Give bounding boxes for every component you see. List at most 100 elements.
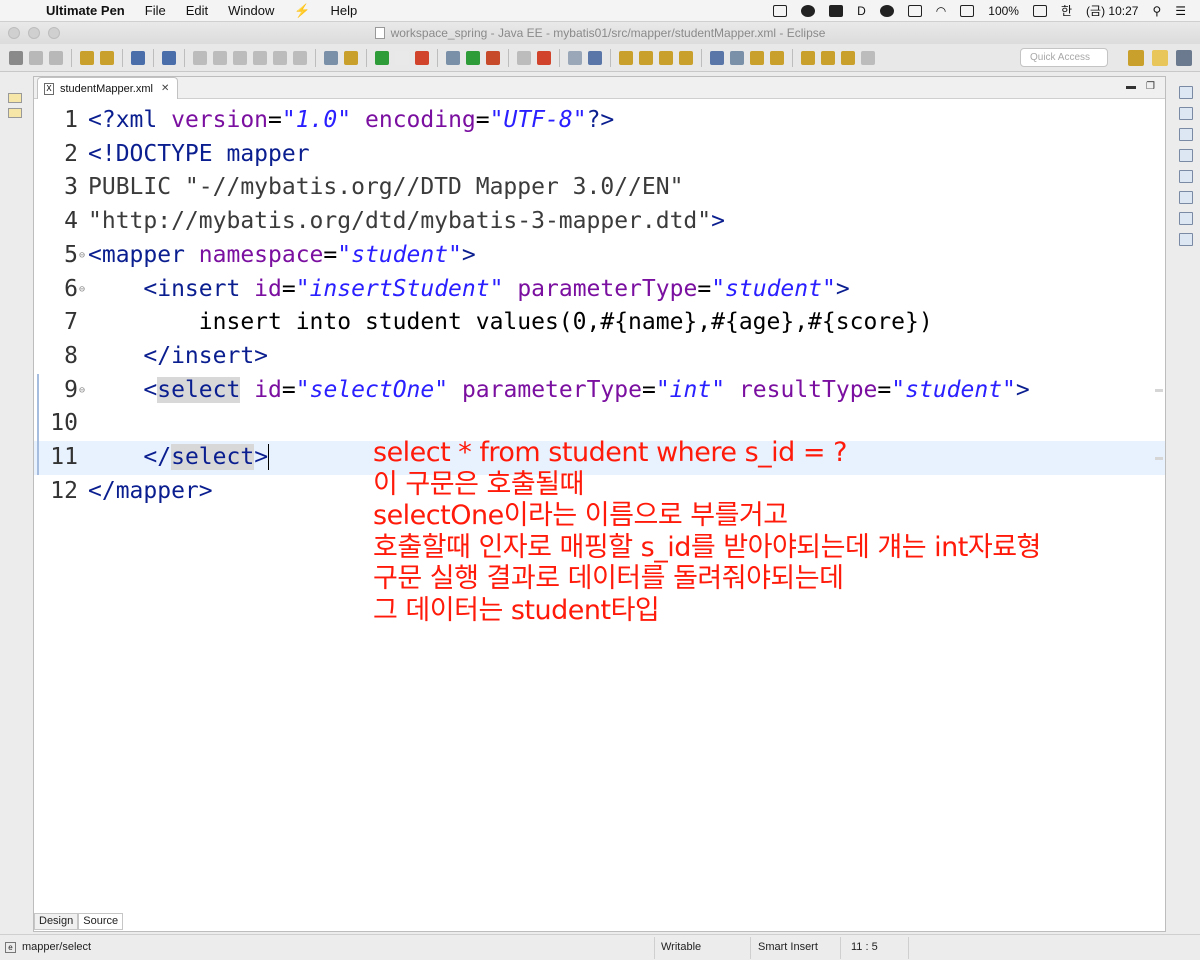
bolt-icon[interactable]: ⚡ xyxy=(284,3,320,19)
toolbar-button-icon[interactable] xyxy=(517,50,531,65)
problems-icon[interactable] xyxy=(1179,170,1193,183)
menu-help[interactable]: Help xyxy=(321,3,368,18)
toolbar-button-icon[interactable] xyxy=(131,50,145,65)
fold-toggle-icon[interactable]: ⊖ xyxy=(79,239,85,273)
toolbar-button-icon[interactable] xyxy=(375,50,389,65)
quick-access-input[interactable]: Quick Access xyxy=(1020,48,1108,67)
code-line[interactable]: 5 ⊖ <mapper namespace="student"> xyxy=(34,239,1165,273)
toolbar-button-icon[interactable] xyxy=(49,50,63,65)
outline-icon[interactable] xyxy=(1179,107,1193,120)
toolbar-button-icon[interactable] xyxy=(619,50,633,65)
progress-icon[interactable] xyxy=(1179,233,1193,246)
menu-file[interactable]: File xyxy=(135,3,176,18)
java-ee-perspective-icon[interactable] xyxy=(1152,50,1168,66)
toolbar-button-icon[interactable] xyxy=(29,50,43,65)
fold-toggle-icon[interactable]: ⊖ xyxy=(79,273,85,307)
wifi-icon[interactable]: ◠ xyxy=(936,4,946,18)
clock[interactable]: (금) 10:27 xyxy=(1086,2,1138,19)
toolbar-button-icon[interactable] xyxy=(861,50,875,65)
toolbar-button-icon[interactable] xyxy=(80,50,94,65)
code-line[interactable]: 7 insert into student values(0,#{name},#… xyxy=(34,306,1165,340)
command-icon[interactable] xyxy=(829,4,844,17)
airplay-icon[interactable] xyxy=(960,4,975,17)
code-line[interactable]: 10 xyxy=(34,407,1165,441)
toolbar-button-icon[interactable] xyxy=(9,50,23,65)
code-token: > xyxy=(1015,376,1030,403)
close-tab-icon[interactable]: ✕ xyxy=(161,83,169,94)
d-icon[interactable]: D xyxy=(857,4,866,18)
code-text: insert into student values(0,#{name},#{a… xyxy=(88,306,933,340)
minimize-window-button[interactable] xyxy=(28,27,40,39)
window-icon[interactable] xyxy=(907,4,922,17)
code-line[interactable]: 9 ⊖ <select id="selectOne" parameterType=… xyxy=(34,374,1165,408)
git-perspective-icon[interactable] xyxy=(1176,50,1192,66)
tab-design[interactable]: Design xyxy=(34,913,79,930)
restore-view-icon[interactable] xyxy=(1179,86,1193,99)
toolbar-button-icon[interactable] xyxy=(841,50,855,65)
menu-app-name[interactable]: Ultimate Pen xyxy=(36,3,135,18)
toolbar-button-icon[interactable] xyxy=(253,50,267,65)
open-perspective-icon[interactable] xyxy=(1128,50,1144,66)
toolbar-button-icon[interactable] xyxy=(710,50,724,65)
toolbar-button-icon[interactable] xyxy=(679,50,693,65)
restore-icon[interactable] xyxy=(8,93,22,103)
toolbar-button-icon[interactable] xyxy=(100,50,114,65)
overview-ruler-marker[interactable] xyxy=(1155,389,1163,393)
code-line[interactable]: 3 PUBLIC "-//mybatis.org//DTD Mapper 3.0/… xyxy=(34,171,1165,205)
toolbar-button-icon[interactable] xyxy=(568,50,582,65)
toolbar-button-icon[interactable] xyxy=(193,50,207,65)
maximize-editor-icon[interactable]: ❐ xyxy=(1146,81,1155,92)
close-window-button[interactable] xyxy=(8,27,20,39)
zoom-window-button[interactable] xyxy=(48,27,60,39)
input-source[interactable]: 한 xyxy=(1061,2,1072,19)
toolbar-button-icon[interactable] xyxy=(446,50,460,65)
hierarchy-icon[interactable] xyxy=(1179,149,1193,162)
toolbar-button-icon[interactable] xyxy=(770,50,784,65)
battery-text[interactable]: 100% xyxy=(988,4,1019,18)
toolbar-button-icon[interactable] xyxy=(162,50,176,65)
overview-ruler-marker[interactable] xyxy=(1155,456,1163,460)
toolbar-button-icon[interactable] xyxy=(659,50,673,65)
toolbar-button-icon[interactable] xyxy=(801,50,815,65)
spotlight-icon[interactable]: ⚲ xyxy=(1152,4,1161,18)
tab-source[interactable]: Source xyxy=(78,913,124,930)
toolbar-button-icon[interactable] xyxy=(750,50,764,65)
code-line[interactable]: 6 ⊖ <insert id="insertStudent" parameterT… xyxy=(34,273,1165,307)
cloud-icon[interactable] xyxy=(879,4,894,17)
editor-tab-studentmapper[interactable]: X studentMapper.xml ✕ xyxy=(37,77,179,99)
servers-icon[interactable] xyxy=(1179,191,1193,204)
dropbox-icon[interactable] xyxy=(773,4,788,17)
battery-icon[interactable] xyxy=(1032,4,1047,17)
code-line[interactable]: 4 "http://mybatis.org/dtd/mybatis-3-mappe… xyxy=(34,205,1165,239)
toolbar-button-icon[interactable] xyxy=(344,50,358,65)
toolbar-button-icon[interactable] xyxy=(395,50,409,65)
notification-center-icon[interactable]: ☰ xyxy=(1175,4,1186,18)
toolbar-button-icon[interactable] xyxy=(324,50,338,65)
toolbar-button-icon[interactable] xyxy=(639,50,653,65)
toolbar-button-icon[interactable] xyxy=(293,50,307,65)
toolbar-button-icon[interactable] xyxy=(730,50,744,65)
code-line[interactable]: 8 </insert> xyxy=(34,340,1165,374)
toolbar-button-icon[interactable] xyxy=(486,50,500,65)
toolbar-button-icon[interactable] xyxy=(821,50,835,65)
toolbar-button-icon[interactable] xyxy=(273,50,287,65)
task-list-icon[interactable] xyxy=(1179,128,1193,141)
chat-icon[interactable] xyxy=(801,4,816,17)
fold-toggle-icon[interactable]: ⊖ xyxy=(79,374,85,408)
menu-window[interactable]: Window xyxy=(218,3,284,18)
package-explorer-icon[interactable] xyxy=(8,108,22,118)
code-token: "student" xyxy=(891,376,1016,403)
toolbar-button-icon[interactable] xyxy=(537,50,551,65)
console-icon[interactable] xyxy=(1179,212,1193,225)
toolbar-button-icon[interactable] xyxy=(588,50,602,65)
toolbar-button-icon[interactable] xyxy=(466,50,480,65)
toolbar-button-icon[interactable] xyxy=(213,50,227,65)
toolbar-button-icon[interactable] xyxy=(415,50,429,65)
menu-edit[interactable]: Edit xyxy=(176,3,218,18)
toolbar-button-icon[interactable] xyxy=(233,50,247,65)
code-line[interactable]: 2 <!DOCTYPE mapper xyxy=(34,138,1165,172)
code-line[interactable]: 1 <?xml version="1.0" encoding="UTF-8"?> xyxy=(34,104,1165,138)
minimize-editor-icon[interactable]: ▬ xyxy=(1126,81,1136,92)
